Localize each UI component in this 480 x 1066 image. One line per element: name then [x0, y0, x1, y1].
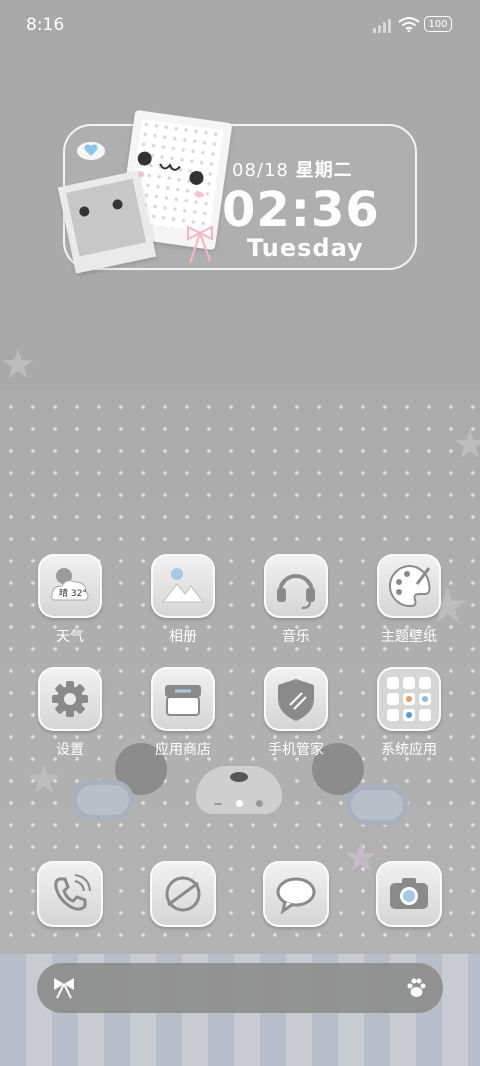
dock-messages[interactable] — [263, 861, 329, 927]
weather-icon: 晴 32° — [38, 554, 102, 618]
app-label: 系统应用 — [381, 742, 437, 758]
app-gallery[interactable]: 相册 — [138, 554, 228, 646]
status-bar: 8:16 100 — [0, 0, 480, 48]
message-icon — [263, 861, 329, 927]
shield-icon — [264, 667, 328, 731]
app-theme[interactable]: 主题壁纸 — [364, 554, 454, 646]
browser-icon — [150, 861, 216, 927]
widget-date: 08/18 星期二 — [232, 160, 353, 181]
ribbon-icon — [187, 225, 213, 264]
folder-icon — [377, 667, 441, 731]
star-decoration: ★ — [343, 835, 379, 881]
app-music[interactable]: 音乐 — [251, 554, 341, 646]
wifi-icon — [398, 17, 420, 32]
app-label: 设置 — [56, 742, 84, 758]
bow-icon — [54, 978, 74, 999]
app-label: 相册 — [169, 629, 197, 645]
search-bar[interactable] — [37, 963, 443, 1013]
panda-eye-decoration — [346, 785, 408, 825]
star-decoration: ★ — [26, 757, 62, 803]
dock-browser[interactable] — [150, 861, 216, 927]
star-decoration: ★ — [452, 422, 480, 468]
battery-indicator: 100 — [424, 16, 452, 32]
weather-temp: 晴 32° — [59, 589, 87, 599]
widget-weekday: Tuesday — [247, 234, 364, 262]
headphones-icon — [264, 554, 328, 618]
app-weather[interactable]: 晴 32° 天气 — [25, 554, 115, 646]
app-label: 主题壁纸 — [381, 629, 437, 645]
gallery-icon — [151, 554, 215, 618]
app-label: 音乐 — [282, 629, 310, 645]
widget-time: 02:36 — [222, 182, 380, 238]
palette-icon — [377, 554, 441, 618]
app-label: 应用商店 — [155, 742, 211, 758]
phone-icon — [37, 861, 103, 927]
app-store[interactable]: 应用商店 — [138, 667, 228, 759]
panda-eye-decoration — [72, 780, 134, 820]
gear-icon — [38, 667, 102, 731]
app-phone-manager[interactable]: 手机管家 — [251, 667, 341, 759]
star-decoration: ★ — [0, 342, 36, 388]
app-folder-system[interactable]: 系统应用 — [364, 667, 454, 759]
status-time: 8:16 — [26, 15, 65, 35]
heart-cloud-icon — [77, 142, 105, 160]
dock-camera[interactable] — [376, 861, 442, 927]
dock-phone[interactable] — [37, 861, 103, 927]
page-indicator[interactable] — [212, 797, 268, 809]
store-icon — [151, 667, 215, 731]
signal-icon — [373, 17, 393, 33]
paw-icon — [407, 978, 426, 997]
camera-icon — [376, 861, 442, 927]
app-settings[interactable]: 设置 — [25, 667, 115, 759]
app-label: 天气 — [56, 629, 84, 645]
app-label: 手机管家 — [268, 742, 324, 758]
